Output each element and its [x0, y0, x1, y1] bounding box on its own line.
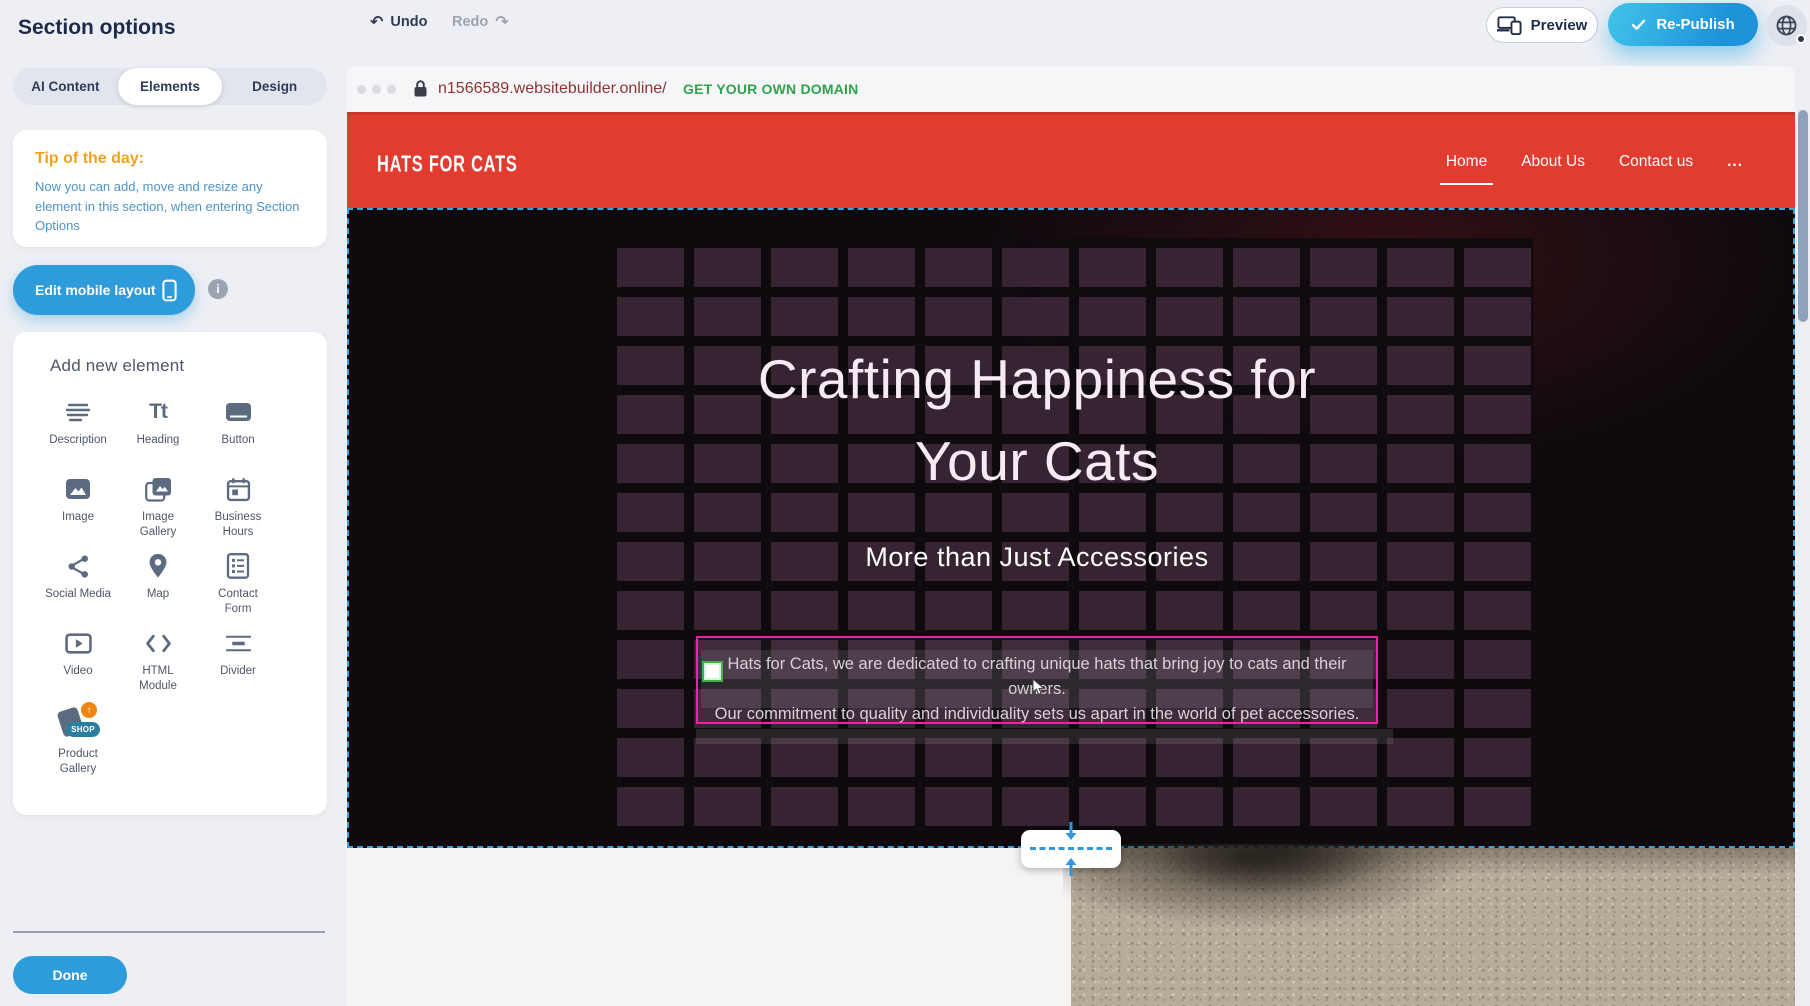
website-builder-app: Section options ↶ Undo Redo ↷ Preview Re…: [0, 0, 1810, 1006]
globe-icon: [1775, 14, 1798, 37]
globe-status-dot: [1796, 34, 1806, 44]
devices-icon: [1497, 15, 1522, 35]
nav-more-menu[interactable]: ...: [1727, 153, 1743, 171]
mouse-cursor-icon: [1032, 678, 1045, 697]
element-map[interactable]: Map: [118, 550, 198, 627]
tab-elements[interactable]: Elements: [118, 68, 223, 105]
undo-label: Undo: [390, 14, 427, 30]
element-business-hours[interactable]: Business Hours: [198, 473, 278, 550]
browser-dots-icon: [357, 85, 396, 94]
redo-arrow-icon: ↷: [495, 14, 508, 30]
image-icon: [65, 473, 91, 505]
page-title: Section options: [18, 16, 176, 40]
preview-button[interactable]: Preview: [1486, 7, 1598, 43]
tip-body: Now you can add, move and resize any ele…: [35, 177, 305, 236]
element-heading[interactable]: Tt Heading: [118, 396, 198, 473]
undo-arrow-icon: ↶: [370, 14, 383, 30]
nav-home[interactable]: Home: [1446, 153, 1487, 171]
hero-title[interactable]: Crafting Happiness for Your Cats: [696, 338, 1378, 502]
heading-icon: Tt: [149, 396, 167, 428]
republish-label: Re-Publish: [1656, 16, 1734, 33]
undo-button[interactable]: ↶ Undo: [370, 14, 427, 30]
sidebar-tab-group: AI Content Elements Design: [13, 68, 327, 105]
element-social-media[interactable]: Social Media: [38, 550, 118, 627]
shop-badge: SHOP: [66, 722, 100, 737]
nav-contact-us[interactable]: Contact us: [1619, 153, 1693, 171]
hero-subtitle[interactable]: More than Just Accessories: [696, 542, 1378, 573]
element-image-gallery[interactable]: Image Gallery: [118, 473, 198, 550]
site-logo[interactable]: HATS FOR CATS: [377, 152, 518, 178]
element-divider[interactable]: Divider: [198, 627, 278, 704]
republish-button[interactable]: Re-Publish: [1608, 3, 1758, 46]
arrow-down-icon: [1064, 822, 1079, 844]
upgrade-arrow-badge: ↑: [81, 702, 97, 718]
info-icon[interactable]: i: [208, 279, 228, 299]
add-element-panel: Add new element Description Tt Heading: [13, 332, 327, 815]
hero-section-selected[interactable]: Crafting Happiness for Your Cats More th…: [347, 208, 1795, 848]
element-image[interactable]: Image: [38, 473, 118, 550]
html-module-icon: [145, 627, 172, 659]
preview-scrollbar: [1796, 66, 1810, 1006]
lock-icon: [413, 79, 428, 98]
redo-button[interactable]: Redo ↷: [452, 14, 509, 30]
redo-label: Redo: [452, 14, 488, 30]
browser-chrome-bar: n1566589.websitebuilder.online/ GET YOUR…: [347, 66, 1795, 112]
element-contact-form[interactable]: Contact Form: [198, 550, 278, 627]
browser-preview: n1566589.websitebuilder.online/ GET YOUR…: [347, 66, 1795, 1006]
element-video[interactable]: Video: [38, 627, 118, 704]
product-gallery-icon: ↑ SHOP: [56, 704, 100, 742]
edit-mobile-layout-button[interactable]: Edit mobile layout: [13, 265, 195, 315]
language-globe-button[interactable]: [1766, 5, 1807, 46]
scrollbar-thumb[interactable]: [1798, 110, 1808, 322]
business-hours-icon: [226, 473, 251, 505]
next-section-background: [347, 848, 1071, 1006]
edit-mobile-label: Edit mobile layout: [35, 282, 156, 298]
get-domain-link[interactable]: GET YOUR OWN DOMAIN: [683, 81, 858, 97]
hero-content: Crafting Happiness for Your Cats More th…: [696, 210, 1378, 846]
element-grid: Description Tt Heading Button: [38, 396, 327, 781]
sidebar-divider: [13, 931, 325, 933]
mobile-phone-icon: [162, 279, 177, 302]
tab-design[interactable]: Design: [222, 68, 327, 105]
site-header: HATS FOR CATS Home About Us Contact us .…: [347, 112, 1795, 208]
button-icon: [225, 396, 252, 428]
tip-title: Tip of the day:: [35, 150, 305, 168]
element-button[interactable]: Button: [198, 396, 278, 473]
image-gallery-icon: [145, 473, 172, 505]
add-element-title: Add new element: [13, 356, 327, 376]
description-lines-icon: [65, 396, 91, 428]
section-resize-handle[interactable]: [1021, 830, 1121, 868]
site-nav: Home About Us Contact us ...: [1446, 115, 1743, 208]
element-description[interactable]: Description: [38, 396, 118, 473]
done-button[interactable]: Done: [13, 956, 127, 994]
check-icon: [1631, 19, 1646, 31]
preview-label: Preview: [1531, 17, 1588, 34]
gravel-photo: [1071, 848, 1795, 1006]
contact-form-icon: [226, 550, 250, 582]
tip-of-the-day-card: Tip of the day: Now you can add, move an…: [13, 130, 327, 247]
nav-about-us[interactable]: About Us: [1521, 153, 1585, 171]
video-icon: [65, 627, 92, 659]
map-pin-icon: [146, 550, 170, 582]
element-product-gallery[interactable]: ↑ SHOP Product Gallery: [38, 704, 118, 781]
site-url[interactable]: n1566589.websitebuilder.online/: [438, 80, 667, 98]
arrow-up-icon: [1064, 854, 1079, 876]
tab-ai-content[interactable]: AI Content: [13, 68, 118, 105]
section-boundary-dashes: [1030, 847, 1112, 850]
social-media-icon: [67, 550, 90, 582]
ghost-element-band: [696, 729, 1393, 744]
element-html-module[interactable]: HTML Module: [118, 627, 198, 704]
divider-icon: [225, 627, 252, 659]
element-drag-handle[interactable]: [702, 661, 723, 682]
